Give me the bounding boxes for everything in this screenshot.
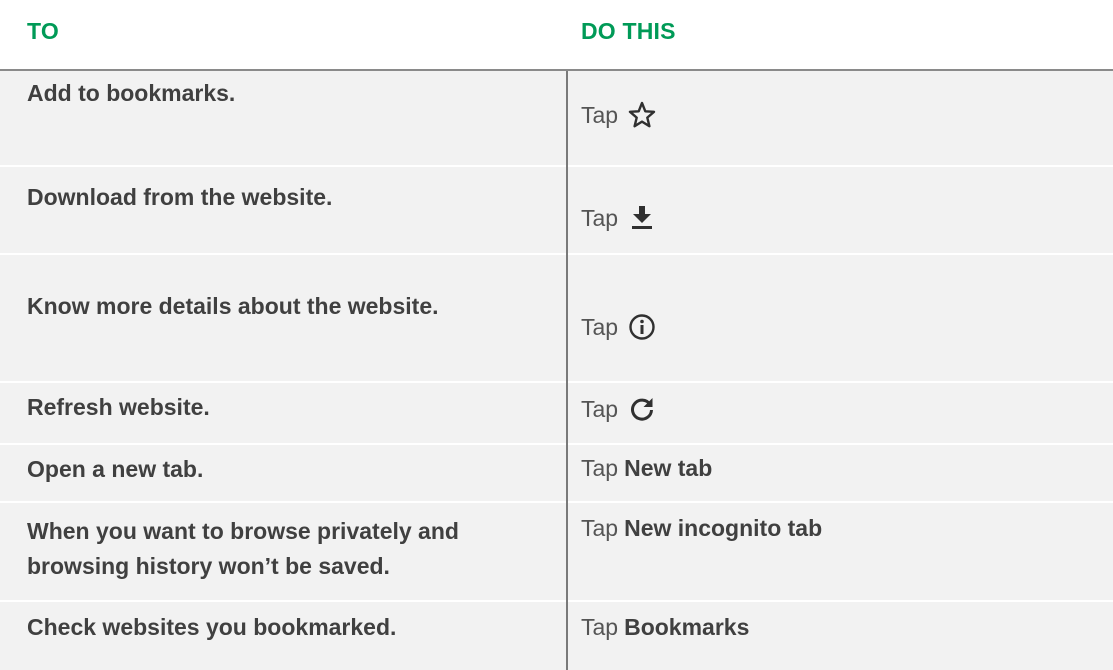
tap-label: Tap	[581, 204, 619, 231]
new-incognito-tab-label: New incognito tab	[624, 515, 823, 541]
table-row: When you want to browse privately and br…	[0, 503, 1113, 600]
star-outline-icon	[628, 101, 656, 129]
tap-label: Tap	[581, 614, 619, 640]
table-row: Check websites you bookmarked. Tap Bookm…	[0, 602, 1113, 670]
table-row: Refresh website. Tap	[0, 383, 1113, 443]
row-to-text: Download from the website.	[27, 184, 333, 210]
tap-label: Tap	[581, 101, 619, 128]
table-row: Open a new tab. Tap New tab	[0, 445, 1113, 501]
row-do-cell: Tap	[581, 204, 656, 232]
row-to-text-line2: browsing history won’t be saved.	[27, 553, 390, 579]
tap-label: Tap	[581, 515, 619, 541]
refresh-icon	[628, 395, 656, 423]
table-row: Download from the website. Tap	[0, 167, 1113, 253]
row-do-cell: Tap	[581, 313, 656, 341]
bookmarks-label: Bookmarks	[624, 614, 750, 640]
column-divider	[566, 71, 568, 670]
row-do-cell: Tap New tab	[581, 455, 712, 482]
table-header: TO DO THIS	[0, 0, 1113, 70]
row-to-text: Know more details about the website.	[27, 293, 439, 319]
column-header-to: TO	[27, 18, 59, 44]
row-to-text: Add to bookmarks.	[27, 80, 236, 106]
download-icon	[628, 204, 656, 232]
tap-label: Tap	[581, 455, 619, 481]
row-to-text: Check websites you bookmarked.	[27, 614, 397, 640]
new-tab-label: New tab	[624, 455, 713, 481]
row-do-cell: Tap New incognito tab	[581, 515, 822, 542]
row-to-text: Refresh website.	[27, 394, 210, 420]
info-circle-icon	[628, 313, 656, 341]
table-row: Know more details about the website. Tap	[0, 255, 1113, 381]
table-row: Add to bookmarks. Tap	[0, 71, 1113, 165]
tap-label: Tap	[581, 313, 619, 340]
tap-label: Tap	[581, 395, 619, 422]
row-do-cell: Tap	[581, 101, 656, 129]
row-do-cell: Tap Bookmarks	[581, 614, 749, 641]
row-to-text: Open a new tab.	[27, 456, 204, 482]
row-do-cell: Tap	[581, 395, 656, 423]
column-header-do-this: DO THIS	[581, 18, 676, 44]
row-to-text-line1: When you want to browse privately and	[27, 518, 459, 544]
